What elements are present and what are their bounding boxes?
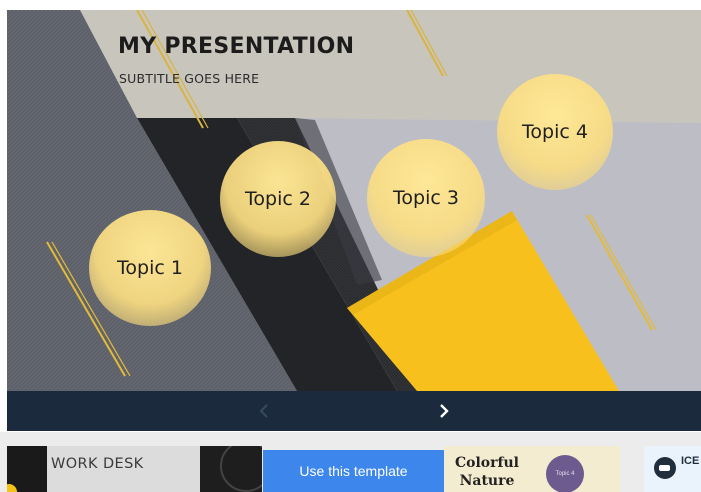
chevron-right-icon [440,404,449,418]
template-thumbnail-work-desk[interactable]: WORK DESK [7,446,262,492]
topic-circle-1: Topic 1 [89,210,211,326]
slide-subtitle: SUBTITLE GOES HERE [119,71,260,86]
template-thumbnail-ice[interactable]: ICE [644,446,701,492]
topic-label: Topic 2 [245,188,311,210]
topic-label: Topic 3 [393,187,459,209]
template-thumbnail-colorful-nature[interactable]: Colorful Nature Topic 4 [444,446,620,492]
chevron-left-icon [259,404,268,418]
slide-navigation-bar [7,391,701,431]
topic-label: Topic 1 [117,257,183,279]
thumbnail-topic-circle: Topic 4 [546,455,584,492]
use-this-template-button[interactable]: Use this template [263,450,444,492]
bear-logo-icon [654,457,676,479]
thumbnail-title: WORK DESK [51,456,144,472]
previous-slide-button[interactable] [252,399,276,423]
next-slide-button[interactable] [432,399,456,423]
topic-label: Topic 4 [522,121,588,143]
slide-title: MY PRESENTATION [118,34,355,59]
slide-preview: MY PRESENTATION SUBTITLE GOES HERE Topic… [7,10,701,391]
topic-circle-3: Topic 3 [367,139,485,257]
slide-background [7,10,701,391]
topic-circle-2: Topic 2 [220,141,336,257]
thumbnail-title: Colorful Nature [454,455,520,489]
topic-circle-4: Topic 4 [497,74,613,190]
thumbnail-title: ICE [681,455,700,467]
